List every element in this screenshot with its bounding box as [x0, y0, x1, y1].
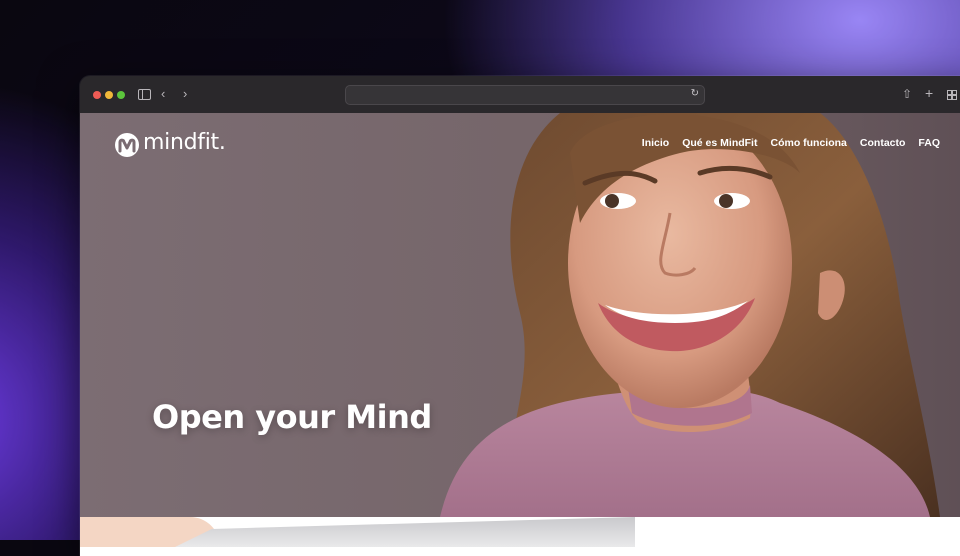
- hero-section: mindfit. Inicio Qué es MindFit Cómo func…: [80, 113, 960, 517]
- share-icon[interactable]: ⇧: [902, 87, 912, 101]
- nav-contacto[interactable]: Contacto: [860, 137, 906, 149]
- nav-inicio[interactable]: Inicio: [642, 137, 669, 149]
- browser-toolbar: ‹ › ↻ ⇧ +: [80, 76, 960, 114]
- nav-que-es-mindfit[interactable]: Qué es MindFit: [682, 137, 757, 149]
- address-bar[interactable]: ↻: [345, 85, 705, 105]
- browser-window: ‹ › ↻ ⇧ + mindfit. Inicio Qué es MindFit…: [80, 76, 960, 556]
- nav-como-funciona[interactable]: Cómo funciona: [770, 137, 846, 149]
- hero-photo: [80, 113, 960, 517]
- next-section: [80, 517, 960, 556]
- sidebar-icon[interactable]: [138, 89, 151, 100]
- nav-faq[interactable]: FAQ: [918, 137, 940, 149]
- plus-icon[interactable]: +: [925, 86, 933, 100]
- web-page: mindfit. Inicio Qué es MindFit Cómo func…: [80, 113, 960, 556]
- hero-headline: Open your Mind: [152, 398, 432, 436]
- close-window-button[interactable]: [93, 91, 101, 99]
- maximize-window-button[interactable]: [117, 91, 125, 99]
- tab-grid-icon[interactable]: [947, 90, 957, 100]
- reload-icon[interactable]: ↻: [691, 88, 699, 99]
- minimize-window-button[interactable]: [105, 91, 113, 99]
- chevron-right-icon[interactable]: ›: [183, 87, 187, 101]
- decorative-shape: [175, 517, 635, 547]
- main-nav: Inicio Qué es MindFit Cómo funciona Cont…: [642, 137, 940, 149]
- chevron-left-icon[interactable]: ‹: [161, 87, 165, 101]
- logo-mark-icon: [115, 133, 139, 157]
- logo-text: mindfit.: [143, 130, 226, 155]
